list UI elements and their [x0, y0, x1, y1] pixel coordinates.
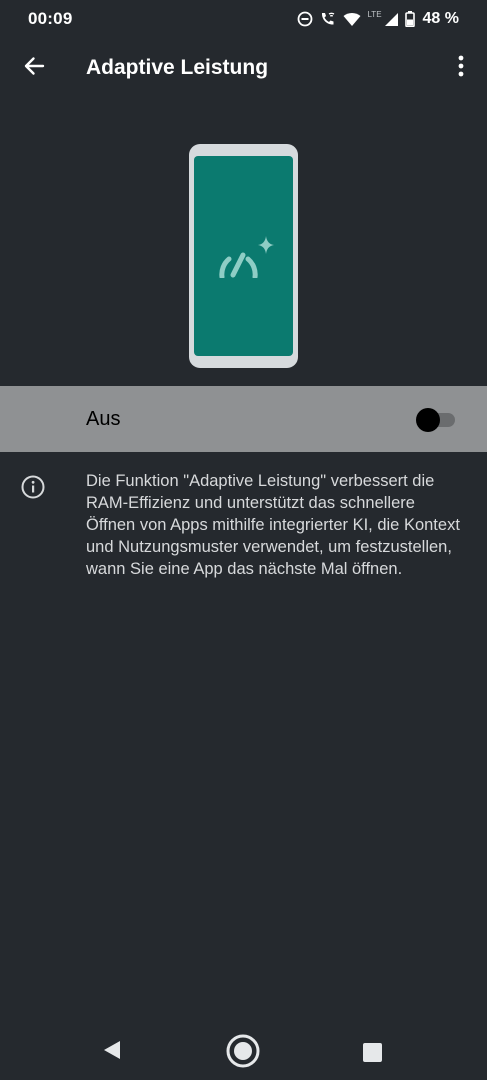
signal-icon: [384, 12, 399, 27]
more-options-button[interactable]: [449, 52, 473, 84]
status-bar: 00:09 LTE 48 %: [0, 0, 487, 38]
toggle-label: Aus: [86, 408, 121, 430]
info-icon: [21, 475, 45, 499]
nav-back-icon[interactable]: [102, 1040, 122, 1065]
adaptive-performance-switch[interactable]: [415, 407, 457, 433]
more-vert-icon: [458, 55, 464, 82]
do-not-disturb-icon: [297, 11, 313, 27]
battery-icon: [404, 11, 415, 27]
phone-illustration: [189, 144, 298, 368]
battery-percentage: 48 %: [422, 10, 459, 27]
status-icons: LTE 48 %: [297, 10, 459, 28]
switch-thumb: [416, 408, 440, 432]
app-bar: Adaptive Leistung: [0, 38, 487, 102]
nav-home-icon[interactable]: [226, 1034, 260, 1073]
status-time: 00:09: [28, 9, 73, 28]
info-description: Die Funktion "Adaptive Leistung" verbess…: [86, 472, 460, 578]
adaptive-performance-icon: [219, 234, 275, 283]
nav-recents-icon[interactable]: [363, 1043, 382, 1067]
arrow-back-icon: [23, 55, 45, 82]
network-type-label: LTE: [367, 9, 382, 19]
wifi-icon: [343, 12, 361, 27]
adaptive-performance-toggle-row[interactable]: Aus: [0, 386, 487, 452]
phone-illustration-screen: [194, 156, 293, 356]
wifi-calling-icon: [319, 11, 337, 27]
page-title: Adaptive Leistung: [86, 56, 269, 79]
navigation-bar: [0, 1022, 487, 1080]
back-button[interactable]: [18, 52, 50, 84]
